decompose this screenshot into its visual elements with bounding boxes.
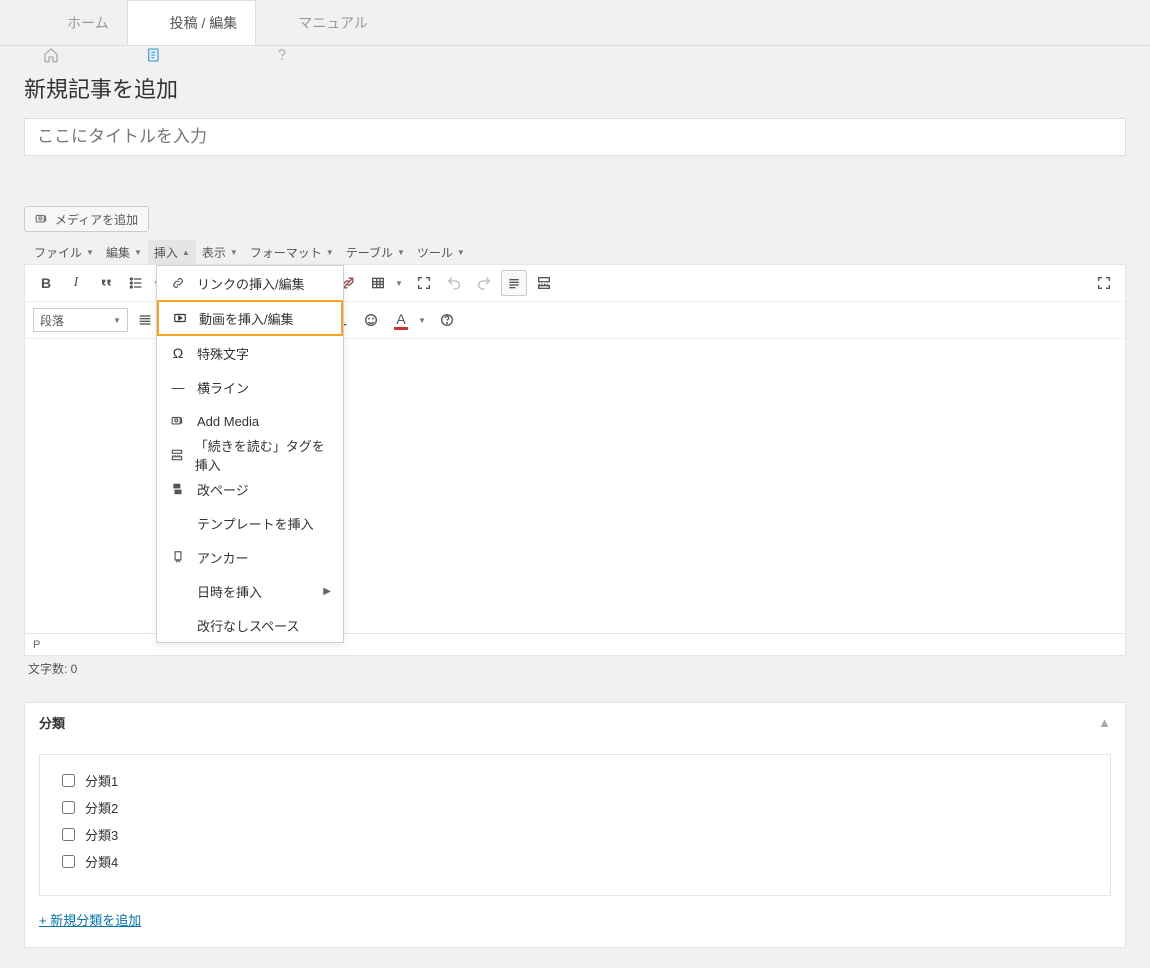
expand-button[interactable] [411, 270, 437, 296]
link-icon [169, 276, 187, 290]
chevron-down-icon: ▼ [397, 248, 405, 257]
anchor-icon [169, 550, 187, 564]
tab-manual[interactable]: マニュアル [256, 0, 386, 45]
bold-button[interactable]: B [33, 270, 59, 296]
bullet-list-button[interactable] [123, 270, 149, 296]
category-item[interactable]: 分類3 [58, 821, 1092, 848]
help-icon [274, 15, 290, 31]
dropdown-readmore[interactable]: 「続きを読む」タグを挿入 [157, 438, 343, 472]
menu-file[interactable]: ファイル▼ [28, 240, 100, 265]
category-item[interactable]: 分類2 [58, 794, 1092, 821]
chevron-up-icon: ▲ [1098, 715, 1111, 730]
menu-table[interactable]: テーブル▼ [340, 240, 411, 265]
menu-format[interactable]: フォーマット▼ [244, 240, 340, 265]
dropdown-add-media[interactable]: Add Media [157, 404, 343, 438]
redo-button[interactable] [471, 270, 497, 296]
preformatted-button[interactable] [501, 270, 527, 296]
paragraph-select[interactable]: 段落 ▼ [33, 308, 128, 332]
category-list: 分類1 分類2 分類3 分類4 [39, 754, 1111, 896]
insert-dropdown: リンクの挿入/編集 動画を挿入/編集 Ω 特殊文字 — 横ライン Add Med… [156, 265, 344, 643]
dropdown-nbsp[interactable]: 改行なしスペース [157, 608, 343, 642]
chevron-down-icon[interactable]: ▼ [393, 279, 405, 288]
dropdown-special-char[interactable]: Ω 特殊文字 [157, 336, 343, 370]
read-more-icon [169, 448, 185, 462]
dropdown-datetime[interactable]: 日時を挿入 ▶ [157, 574, 343, 608]
camera-music-icon [169, 414, 187, 428]
text-color-button[interactable]: A [388, 307, 414, 333]
help-button[interactable] [434, 307, 460, 333]
omega-icon: Ω [169, 345, 187, 361]
page-title: 新規記事を追加 [0, 46, 1150, 118]
category-item[interactable]: 分類1 [58, 767, 1092, 794]
fullscreen-button[interactable] [1091, 270, 1117, 296]
category-item[interactable]: 分類4 [58, 848, 1092, 875]
category-checkbox[interactable] [62, 774, 75, 787]
chevron-right-icon: ▶ [323, 586, 331, 597]
chevron-down-icon: ▼ [457, 248, 465, 257]
menu-insert[interactable]: 挿入▲ [148, 240, 196, 265]
category-checkbox[interactable] [62, 828, 75, 841]
horizontal-rule-icon: — [169, 380, 187, 395]
video-icon [171, 311, 189, 325]
category-header[interactable]: 分類 ▲ [25, 703, 1125, 742]
chevron-up-icon: ▲ [182, 248, 190, 257]
category-checkbox[interactable] [62, 801, 75, 814]
add-category-link[interactable]: + 新規分類を追加 [39, 910, 141, 929]
chevron-down-icon: ▼ [113, 316, 121, 325]
category-checkbox[interactable] [62, 855, 75, 868]
table-button[interactable] [365, 270, 391, 296]
emoji-button[interactable] [358, 307, 384, 333]
chevron-down-icon: ▼ [134, 248, 142, 257]
menu-tool[interactable]: ツール▼ [411, 240, 471, 265]
italic-button[interactable]: I [63, 270, 89, 296]
top-tabs: ホーム 投稿 / 編集 マニュアル [0, 0, 1150, 46]
post-icon [146, 15, 162, 31]
editor-menubar: ファイル▼ 編集▼ 挿入▲ 表示▼ フォーマット▼ テーブル▼ ツール▼ [24, 240, 1126, 264]
align-justify-button[interactable] [132, 307, 158, 333]
post-title-input[interactable] [24, 118, 1126, 156]
dropdown-pagebreak[interactable]: 改ページ [157, 472, 343, 506]
char-count: 文字数: 0 [24, 656, 1126, 678]
menu-edit[interactable]: 編集▼ [100, 240, 148, 265]
home-icon [43, 15, 59, 31]
pagebreak-icon [169, 482, 187, 496]
camera-music-icon [35, 212, 49, 226]
dropdown-video[interactable]: 動画を挿入/編集 [157, 300, 343, 336]
tab-home-label: ホーム [67, 13, 109, 33]
chevron-down-icon[interactable]: ▼ [416, 316, 428, 325]
tab-post[interactable]: 投稿 / 編集 [127, 0, 257, 45]
chevron-down-icon: ▼ [86, 248, 94, 257]
readmore-button[interactable] [531, 270, 557, 296]
undo-button[interactable] [441, 270, 467, 296]
dropdown-hr[interactable]: — 横ライン [157, 370, 343, 404]
tab-home[interactable]: ホーム [25, 0, 127, 45]
editor-toolbar-area: B I ▼ 123 ▼ [24, 264, 1126, 339]
dropdown-link[interactable]: リンクの挿入/編集 [157, 266, 343, 300]
tab-manual-label: マニュアル [298, 13, 368, 33]
blockquote-button[interactable] [93, 270, 119, 296]
menu-view[interactable]: 表示▼ [196, 240, 244, 265]
chevron-down-icon: ▼ [230, 248, 238, 257]
add-media-label: メディアを追加 [55, 211, 138, 228]
dropdown-template[interactable]: テンプレートを挿入 [157, 506, 343, 540]
dropdown-anchor[interactable]: アンカー [157, 540, 343, 574]
add-media-button[interactable]: メディアを追加 [24, 206, 149, 232]
category-panel: 分類 ▲ 分類1 分類2 分類3 分類4 + 新規分類を追加 [24, 702, 1126, 948]
chevron-down-icon: ▼ [326, 248, 334, 257]
tab-post-label: 投稿 / 編集 [170, 13, 238, 33]
